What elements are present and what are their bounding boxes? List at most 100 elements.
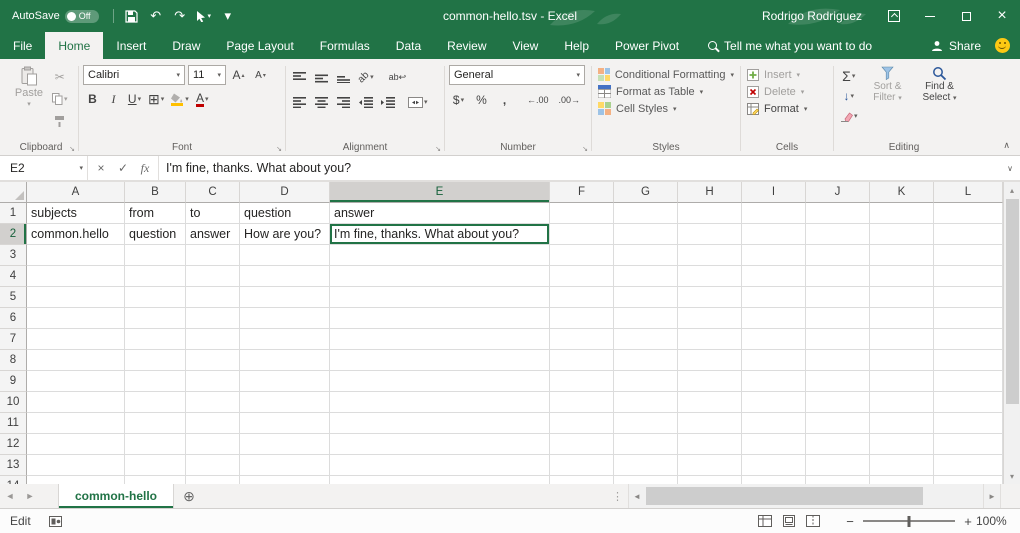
number-format-select[interactable]: General▾ <box>449 65 585 85</box>
enter-button[interactable]: ✓ <box>112 161 134 175</box>
column-header-K[interactable]: K <box>870 182 934 203</box>
zoom-out-button[interactable]: − <box>842 514 858 529</box>
cell-F8[interactable] <box>550 350 614 371</box>
row-header-11[interactable]: 11 <box>0 413 27 434</box>
cell-D13[interactable] <box>240 455 330 476</box>
cell-E6[interactable] <box>330 308 550 329</box>
cell-L10[interactable] <box>934 392 1003 413</box>
row-header-8[interactable]: 8 <box>0 350 27 371</box>
cell-F7[interactable] <box>550 329 614 350</box>
cell-H2[interactable] <box>678 224 742 245</box>
cell-K14[interactable] <box>870 476 934 484</box>
cell-H3[interactable] <box>678 245 742 266</box>
cell-B12[interactable] <box>125 434 186 455</box>
cell-J8[interactable] <box>806 350 870 371</box>
insert-function-button[interactable]: fx <box>134 161 156 176</box>
cell-H4[interactable] <box>678 266 742 287</box>
align-right-button[interactable] <box>334 92 353 112</box>
cell-B4[interactable] <box>125 266 186 287</box>
row-header-9[interactable]: 9 <box>0 371 27 392</box>
sheet-nav-right-button[interactable]: ► <box>20 484 40 508</box>
cell-A1[interactable]: subjects <box>27 203 125 224</box>
cell-B8[interactable] <box>125 350 186 371</box>
format-cells-button[interactable]: Format ▾ <box>745 100 829 117</box>
cell-E8[interactable] <box>330 350 550 371</box>
font-dialog-launcher-icon[interactable]: ↘ <box>276 145 282 153</box>
cell-F11[interactable] <box>550 413 614 434</box>
cell-A5[interactable] <box>27 287 125 308</box>
vertical-scrollbar[interactable]: ▴ ▾ <box>1003 182 1020 484</box>
tab-formulas[interactable]: Formulas <box>307 32 383 59</box>
cell-C2[interactable]: answer <box>186 224 240 245</box>
vertical-scroll-thumb[interactable] <box>1006 199 1019 404</box>
cell-H14[interactable] <box>678 476 742 484</box>
cell-K11[interactable] <box>870 413 934 434</box>
cell-K3[interactable] <box>870 245 934 266</box>
decrease-font-size-button[interactable]: A▾ <box>251 65 270 85</box>
delete-cells-button[interactable]: Delete ▾ <box>745 83 829 100</box>
zoom-in-button[interactable]: + <box>960 514 976 529</box>
cell-L7[interactable] <box>934 329 1003 350</box>
cell-F12[interactable] <box>550 434 614 455</box>
cell-E7[interactable] <box>330 329 550 350</box>
cell-L14[interactable] <box>934 476 1003 484</box>
cell-K12[interactable] <box>870 434 934 455</box>
bold-button[interactable]: B <box>83 89 102 109</box>
row-header-13[interactable]: 13 <box>0 455 27 476</box>
cell-F14[interactable] <box>550 476 614 484</box>
cell-G4[interactable] <box>614 266 678 287</box>
feedback-button[interactable] <box>993 32 1020 59</box>
horizontal-scroll-thumb[interactable] <box>646 487 923 505</box>
maximize-button[interactable] <box>948 0 984 32</box>
cell-B3[interactable] <box>125 245 186 266</box>
cell-I6[interactable] <box>742 308 806 329</box>
underline-button[interactable]: U▾ <box>125 89 144 109</box>
find-select-button[interactable]: Find & Select ▾ <box>916 63 964 126</box>
merge-center-button[interactable]: ▾ <box>406 92 430 112</box>
page-layout-view-button[interactable] <box>782 515 796 527</box>
cell-H9[interactable] <box>678 371 742 392</box>
column-header-G[interactable]: G <box>614 182 678 203</box>
cell-J13[interactable] <box>806 455 870 476</box>
cell-K10[interactable] <box>870 392 934 413</box>
cancel-button[interactable]: × <box>90 161 112 175</box>
row-header-3[interactable]: 3 <box>0 245 27 266</box>
cell-J5[interactable] <box>806 287 870 308</box>
cell-J1[interactable] <box>806 203 870 224</box>
cell-B10[interactable] <box>125 392 186 413</box>
formula-bar-expand-button[interactable]: ∨ <box>1000 156 1020 180</box>
column-header-F[interactable]: F <box>550 182 614 203</box>
cell-E14[interactable] <box>330 476 550 484</box>
cell-B11[interactable] <box>125 413 186 434</box>
format-as-table-button[interactable]: Format as Table ▾ <box>596 83 736 100</box>
sheet-nav-left-button[interactable]: ◄ <box>0 484 20 508</box>
cell-G13[interactable] <box>614 455 678 476</box>
cell-H11[interactable] <box>678 413 742 434</box>
cell-C12[interactable] <box>186 434 240 455</box>
cell-K5[interactable] <box>870 287 934 308</box>
cell-F4[interactable] <box>550 266 614 287</box>
cell-A3[interactable] <box>27 245 125 266</box>
align-top-button[interactable] <box>290 67 309 87</box>
redo-button[interactable]: ↷ <box>169 5 191 27</box>
cell-A12[interactable] <box>27 434 125 455</box>
italic-button[interactable]: I <box>104 89 123 109</box>
increase-font-size-button[interactable]: A▴ <box>229 65 248 85</box>
cell-L13[interactable] <box>934 455 1003 476</box>
cell-I10[interactable] <box>742 392 806 413</box>
customize-quick-access-button[interactable]: ▾ <box>217 5 239 27</box>
format-painter-button[interactable] <box>50 111 70 131</box>
orientation-button[interactable]: ab▾ <box>356 67 376 87</box>
name-box[interactable]: E2 ▾ <box>0 156 88 180</box>
cell-J6[interactable] <box>806 308 870 329</box>
cell-H6[interactable] <box>678 308 742 329</box>
row-header-14[interactable]: 14 <box>0 476 27 484</box>
cell-C3[interactable] <box>186 245 240 266</box>
cell-I2[interactable] <box>742 224 806 245</box>
increase-indent-button[interactable] <box>378 92 397 112</box>
cell-I8[interactable] <box>742 350 806 371</box>
cell-D12[interactable] <box>240 434 330 455</box>
cell-H10[interactable] <box>678 392 742 413</box>
cell-H8[interactable] <box>678 350 742 371</box>
cell-D10[interactable] <box>240 392 330 413</box>
